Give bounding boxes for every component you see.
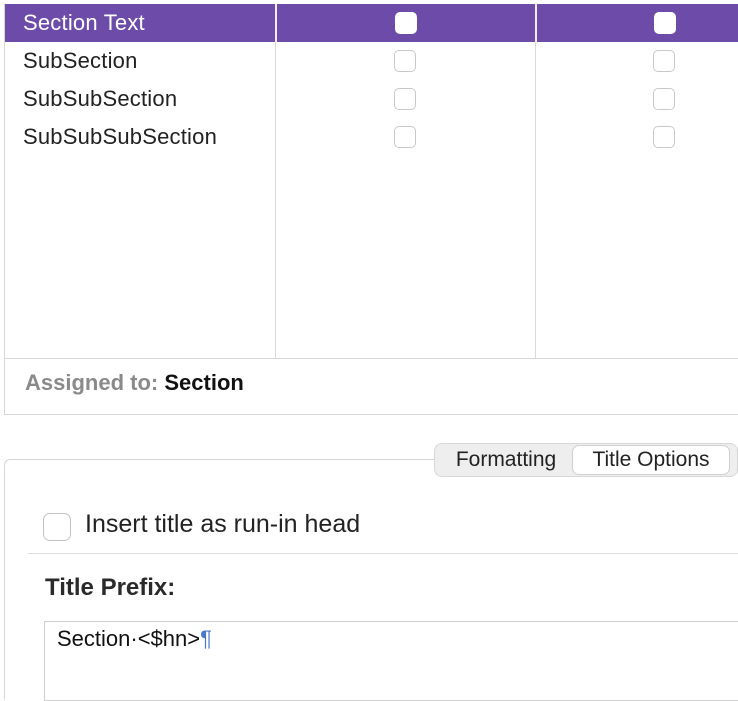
title-prefix-field[interactable]: Section·<$hn>¶: [44, 621, 738, 701]
title-prefix-value: Section·<$hn>: [57, 626, 201, 651]
tab-title-options[interactable]: Title Options: [573, 446, 729, 474]
table-divider: [5, 358, 738, 359]
column-1-checkbox[interactable]: [394, 88, 416, 110]
title-prefix-text: Section·<$hn>¶: [57, 626, 212, 652]
tab-switcher: Formatting Title Options: [434, 443, 738, 477]
row-label: SubSection: [23, 48, 138, 73]
row-separator: [535, 4, 537, 42]
column-1-checkbox[interactable]: [394, 50, 416, 72]
title-prefix-heading: Title Prefix:: [45, 574, 176, 601]
table-row-section-text[interactable]: Section Text: [5, 4, 738, 42]
row-separator: [275, 4, 277, 42]
table-row-subsubsubsection[interactable]: SubSubSubSection: [5, 118, 738, 156]
section-type-table: Section Text SubSection SubSubSection Su…: [4, 4, 738, 415]
table-row-subsubsection[interactable]: SubSubSection: [5, 80, 738, 118]
column-2-checkbox[interactable]: [653, 126, 675, 148]
tab-formatting[interactable]: Formatting: [441, 446, 571, 474]
row-label: SubSubSubSection: [23, 124, 218, 149]
table-row-subsection[interactable]: SubSection: [5, 42, 738, 80]
runin-head-checkbox[interactable]: [43, 513, 71, 541]
assigned-to-row: Assigned to: Section: [25, 370, 244, 396]
divider: [28, 553, 738, 554]
runin-head-label: Insert title as run-in head: [85, 510, 361, 538]
column-1-checkbox[interactable]: [394, 126, 416, 148]
row-label: SubSubSection: [23, 86, 178, 111]
column-2-checkbox[interactable]: [654, 12, 676, 34]
row-label: Section Text: [23, 10, 145, 35]
column-2-checkbox[interactable]: [653, 88, 675, 110]
column-2-checkbox[interactable]: [653, 50, 675, 72]
column-1-checkbox[interactable]: [395, 12, 417, 34]
pilcrow-mark: ¶: [200, 626, 212, 651]
assigned-value: Section: [164, 370, 244, 395]
assigned-label: Assigned to:: [25, 370, 159, 395]
